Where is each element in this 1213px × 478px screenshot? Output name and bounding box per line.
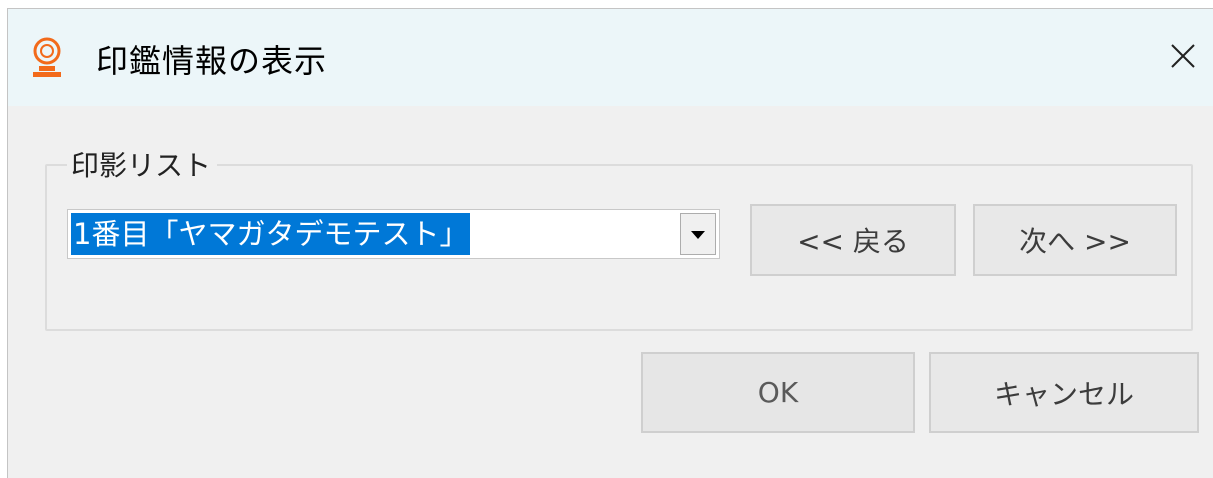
cancel-button[interactable]: キャンセル (929, 352, 1199, 433)
close-button[interactable] (1153, 9, 1213, 106)
ok-button[interactable]: OK (641, 352, 915, 433)
group-label: 印影リスト (67, 144, 218, 184)
dropdown-arrow-icon (690, 225, 706, 244)
seal-list-group: 印影リスト 1番目「ヤマガタデモテスト」 << 戻る 次へ >> (45, 144, 1193, 331)
dropdown-button[interactable] (680, 213, 716, 255)
title-bar: 印鑑情報の表示 (8, 9, 1213, 106)
seal-select-combobox[interactable]: 1番目「ヤマガタデモテスト」 (67, 209, 720, 259)
previous-button[interactable]: << 戻る (750, 204, 956, 276)
next-button[interactable]: 次へ >> (973, 204, 1177, 276)
combo-selected-value: 1番目「ヤマガタデモテスト」 (71, 213, 471, 255)
seal-stamp-icon (30, 37, 64, 79)
window-title: 印鑑情報の表示 (96, 42, 328, 80)
dialog-window: 印鑑情報の表示 印影リスト 1番目「ヤマガタデモテスト」 << 戻る 次へ >>… (7, 8, 1213, 478)
close-icon (1170, 43, 1196, 73)
